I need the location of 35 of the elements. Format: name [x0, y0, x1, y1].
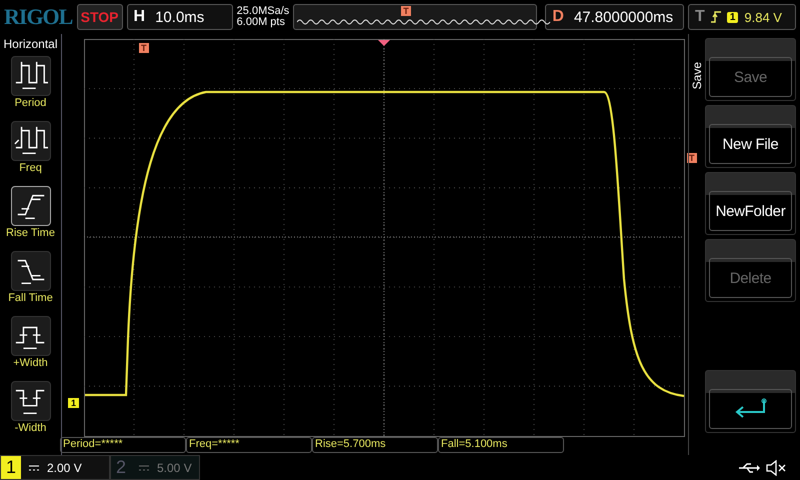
measurement-readout: Rise=5.700ms — [312, 437, 438, 453]
trigger-position-marker: T — [139, 43, 148, 53]
timebase-value: 10.0ms — [155, 8, 204, 26]
dc-coupling-icon — [29, 464, 39, 470]
timebase-box[interactable]: H 10.0ms — [126, 4, 233, 30]
trigger-source: 1 — [726, 12, 738, 22]
dc-coupling-icon — [139, 464, 149, 470]
brand-logo: RIGOL — [4, 4, 73, 30]
menu-title: Horizontal — [3, 37, 58, 51]
run-stop-button[interactable]: STOP — [76, 4, 123, 30]
back-button[interactable] — [705, 370, 796, 433]
delay-label: D — [552, 8, 564, 26]
measurement-readout: Freq=***** — [186, 437, 312, 453]
usb-icon — [738, 462, 760, 474]
menu-button[interactable]: NewFolder — [705, 172, 796, 235]
rising-edge-icon — [710, 10, 721, 24]
return-arrow-icon — [732, 398, 768, 420]
trigger-level: 9.84 V — [744, 10, 782, 24]
trigger-label: T — [695, 8, 705, 26]
measurement-readout: Fall=5.100ms — [438, 437, 564, 453]
sample-rate: 25.0MSa/s — [236, 6, 290, 17]
channel-tab[interactable]: 1 2.00 V — [0, 455, 110, 480]
trigger-marker: T — [401, 6, 411, 16]
channel-tab[interactable]: 2 5.00 V — [110, 455, 200, 480]
measurement-readout: Period=***** — [60, 437, 186, 453]
mute-icon — [766, 460, 786, 476]
menu-title: Save — [690, 62, 704, 90]
memory-depth: 6.00M pts — [236, 17, 286, 28]
trigger-position-icon — [378, 40, 390, 46]
delay-value: 47.8000000ms — [574, 8, 674, 26]
trigger-box[interactable]: T 1 9.84 V — [688, 4, 796, 30]
menu-button[interactable]: New File — [705, 105, 796, 168]
delay-box[interactable]: D 47.8000000ms — [545, 4, 684, 30]
timebase-label: H — [134, 8, 146, 26]
channel-marker: 1 — [68, 398, 80, 408]
